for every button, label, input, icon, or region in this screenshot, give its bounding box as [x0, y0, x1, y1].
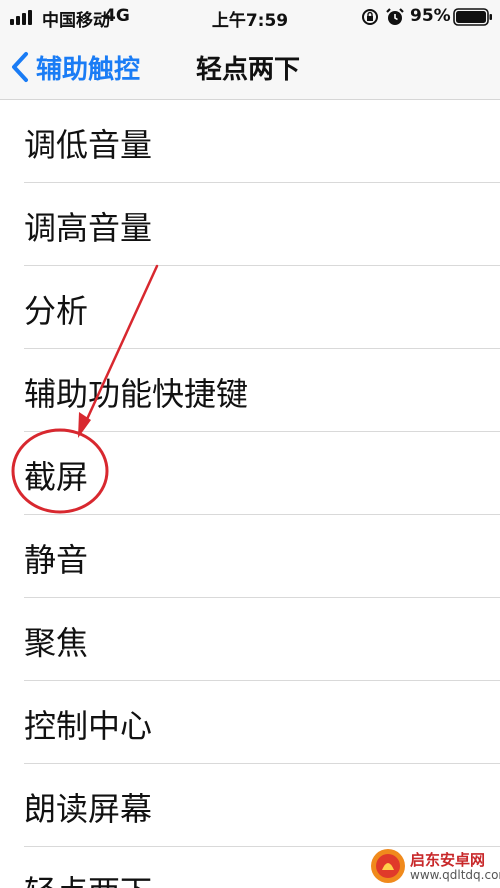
list-item-accessibility-shortcut[interactable]: 辅助功能快捷键 — [0, 349, 500, 432]
list-item-analytics[interactable]: 分析 — [0, 266, 500, 349]
list-item-volume-up[interactable]: 调高音量 — [0, 183, 500, 266]
list-item-screenshot[interactable]: 截屏 — [0, 432, 500, 515]
list-item-label: 辅助功能快捷键 — [24, 375, 249, 413]
list-item-speak-screen[interactable]: 朗读屏幕 — [0, 764, 500, 847]
back-button[interactable]: 辅助触控 — [10, 48, 140, 86]
list-item-label: 分析 — [24, 292, 89, 330]
chevron-left-icon — [12, 52, 28, 82]
list-item-label: 轻点两下 — [24, 867, 152, 888]
status-bar: 中国移动 4G 上午7:59 95% — [0, 0, 500, 34]
list-item-label: 调高音量 — [24, 209, 153, 247]
watermark-name: 启东安卓网 — [410, 851, 486, 869]
list-item-label: 调低音量 — [24, 126, 153, 164]
list-item-control-center[interactable]: 控制中心 — [0, 681, 500, 764]
battery-icon — [453, 8, 492, 26]
list-item-zoom[interactable]: 聚焦 — [0, 598, 500, 681]
action-list: 调低音量 调高音量 分析 辅助功能快捷键 截屏 静音 聚焦 控制中心 朗读屏幕 … — [0, 100, 500, 888]
list-item-label: 聚焦 — [24, 624, 89, 662]
watermark-logo-icon — [371, 849, 405, 883]
list-item-mute[interactable]: 静音 — [0, 515, 500, 598]
back-button-label: 辅助触控 — [36, 54, 141, 85]
list-item-label: 静音 — [24, 541, 89, 579]
alarm-icon — [386, 8, 404, 25]
orientation-lock-icon — [362, 9, 378, 25]
list-item-label: 截屏 — [24, 458, 89, 496]
watermark-url: www.qdltdq.com — [410, 868, 500, 882]
list-item-label: 控制中心 — [24, 707, 153, 745]
battery-percentage: 95% — [410, 6, 451, 26]
watermark: 启东安卓网 www.qdltdq.com — [370, 848, 500, 886]
list-item-volume-down[interactable]: 调低音量 — [0, 100, 500, 183]
navigation-bar: 辅助触控 轻点两下 — [0, 34, 500, 100]
list-item-label: 朗读屏幕 — [24, 790, 153, 828]
page-title: 轻点两下 — [196, 55, 301, 85]
